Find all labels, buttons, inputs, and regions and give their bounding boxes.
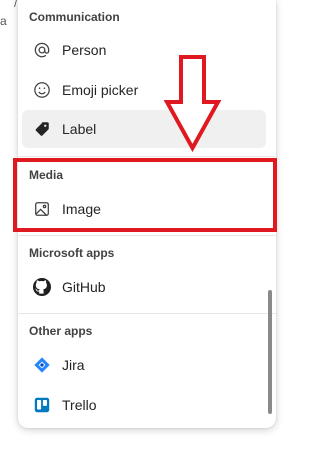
section-divider: [18, 235, 276, 236]
menu-item-label-tag[interactable]: Label: [22, 110, 266, 148]
section-divider: [18, 156, 276, 157]
at-icon: [32, 40, 52, 60]
menu-item-label: Emoji picker: [62, 82, 139, 98]
trello-icon: [32, 395, 52, 415]
menu-item-label: Trello: [62, 397, 97, 413]
menu-item-label: Person: [62, 42, 107, 58]
smiley-icon: [32, 80, 52, 100]
menu-item-jira[interactable]: Jira: [22, 346, 266, 384]
menu-item-person[interactable]: Person: [22, 31, 266, 69]
tag-icon: [32, 119, 52, 139]
section-header-other-apps: Other apps: [29, 324, 93, 338]
section-divider: [18, 313, 276, 314]
github-icon: [32, 277, 52, 297]
background-glyph: /: [14, 0, 18, 10]
menu-item-label: Jira: [62, 357, 85, 373]
section-header-microsoft-apps: Microsoft apps: [29, 246, 115, 260]
menu-item-github[interactable]: GitHub: [22, 268, 266, 306]
down-arrow-annotation: [163, 55, 222, 153]
jira-icon: [32, 355, 52, 375]
menu-item-label: GitHub: [62, 279, 106, 295]
background-glyph: a: [0, 14, 7, 28]
highlight-annotation: [13, 158, 277, 232]
menu-item-trello[interactable]: Trello: [22, 386, 266, 424]
section-header-communication: Communication: [29, 10, 120, 24]
scrollbar-thumb[interactable]: [268, 290, 272, 414]
menu-item-label: Label: [62, 121, 97, 137]
menu-item-emoji-picker[interactable]: Emoji picker: [22, 71, 266, 109]
